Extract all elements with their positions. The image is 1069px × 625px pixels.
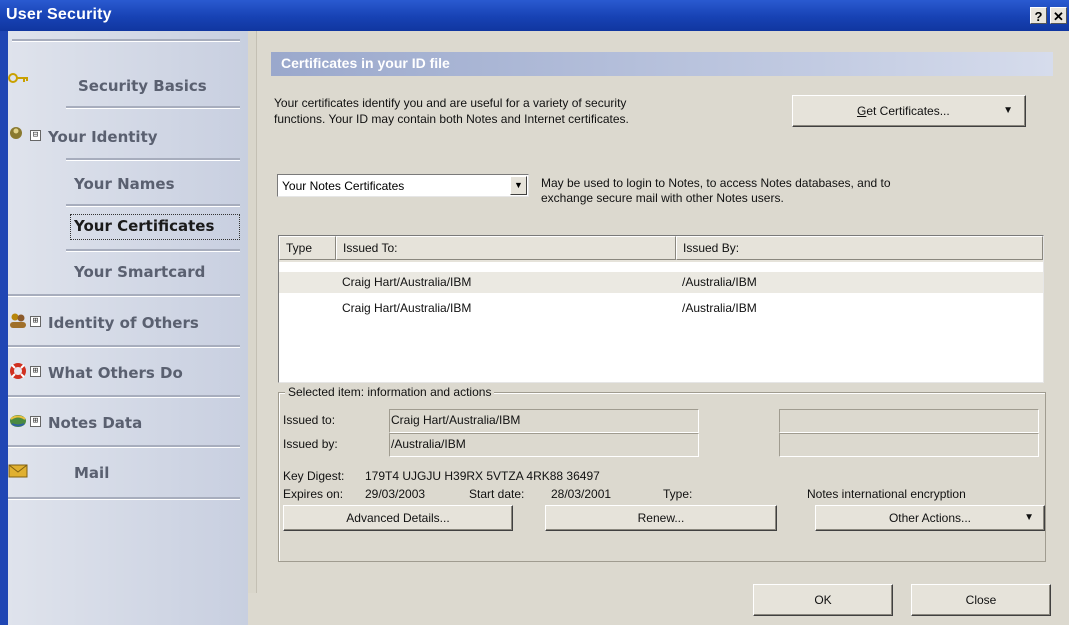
nav-separator xyxy=(8,445,240,448)
window-title: User Security xyxy=(6,6,112,23)
issued-to-label: Issued to: xyxy=(283,413,336,427)
table-row[interactable]: Craig Hart/Australia/IBM /Australia/IBM xyxy=(279,298,1043,319)
lifebuoy-icon xyxy=(8,361,28,379)
title-bar: User Security ? ✕ xyxy=(0,0,1069,31)
key-digest-label: Key Digest: xyxy=(283,469,345,483)
sidebar-item-label: Your Identity xyxy=(48,128,158,146)
sidebar-item-mail[interactable]: Mail xyxy=(8,449,248,493)
table-row[interactable]: Craig Hart/Australia/IBM /Australia/IBM xyxy=(279,272,1043,293)
nav-separator xyxy=(12,39,240,42)
expand-icon[interactable]: ⊞ xyxy=(30,416,41,427)
button-label-rest: et Certificates... xyxy=(866,104,950,118)
sidebar-item-label: Your Names xyxy=(74,175,175,193)
key-digest-value: 179T4 UJGJU H39RX 5VTZA 4RK88 36497 xyxy=(365,469,600,483)
certificate-type-desc2: exchange secure mail with other Notes us… xyxy=(541,191,784,205)
sidebar-item-your-smartcard[interactable]: Your Smartcard xyxy=(8,253,248,297)
nav-separator xyxy=(8,497,240,500)
expand-icon[interactable]: ⊞ xyxy=(30,366,41,377)
close-window-button[interactable]: ✕ xyxy=(1050,7,1067,24)
intro-text-line1: Your certificates identify you and are u… xyxy=(274,96,627,110)
section-header: Certificates in your ID file xyxy=(271,52,1053,76)
close-button[interactable]: Close xyxy=(911,584,1051,616)
issued-by-label: Issued by: xyxy=(283,437,338,451)
certificates-table[interactable]: Type Issued To: Issued By: Craig Hart/Au… xyxy=(278,235,1044,383)
get-certificates-button[interactable]: Get Certificates... ▼ xyxy=(792,95,1026,127)
cell-issued-by: /Australia/IBM xyxy=(682,301,757,315)
selected-item-group: Selected item: information and actions I… xyxy=(278,385,1046,562)
cell-issued-to: Craig Hart/Australia/IBM xyxy=(342,275,472,289)
sidebar-item-your-identity[interactable]: ⊟ Your Identity xyxy=(8,109,248,153)
sidebar-item-identity-of-others[interactable]: ⊞ Identity of Others xyxy=(8,299,248,343)
sidebar-item-your-certificates[interactable]: Your Certificates xyxy=(8,207,248,251)
sidebar-item-security-basics[interactable]: Security Basics xyxy=(8,57,248,101)
column-header-issued-to[interactable]: Issued To: xyxy=(336,236,676,260)
cell-issued-to: Craig Hart/Australia/IBM xyxy=(342,301,472,315)
nav-separator xyxy=(8,294,240,297)
certificate-type-value: Your Notes Certificates xyxy=(282,179,405,193)
sidebar-item-label: What Others Do xyxy=(48,364,183,382)
sidebar-item-notes-data[interactable]: ⊞ Notes Data xyxy=(8,399,248,443)
nav-separator xyxy=(8,395,240,398)
expires-value: 29/03/2003 xyxy=(365,487,426,501)
ok-button[interactable]: OK xyxy=(753,584,893,616)
cell-issued-by: /Australia/IBM xyxy=(682,275,757,289)
group-title: Selected item: information and actions xyxy=(285,385,495,399)
access-key: G xyxy=(857,104,867,118)
table-header: Type Issued To: Issued By: xyxy=(279,236,1043,262)
sidebar: Security Basics ⊟ Your Identity Your Nam… xyxy=(8,31,248,625)
sidebar-item-label: Mail xyxy=(74,464,110,482)
key-icon xyxy=(8,71,28,89)
blank-field xyxy=(779,433,1039,457)
chevron-down-icon[interactable]: ▼ xyxy=(510,176,527,195)
identity-icon xyxy=(8,125,28,143)
main-panel: Certificates in your ID file Your certif… xyxy=(248,31,1069,625)
advanced-details-button[interactable]: Advanced Details... xyxy=(283,505,513,531)
expires-label: Expires on: xyxy=(283,487,344,501)
issued-to-value: Craig Hart/Australia/IBM xyxy=(391,413,521,427)
sidebar-item-your-names[interactable]: Your Names xyxy=(8,161,248,205)
issued-by-value: /Australia/IBM xyxy=(391,437,466,451)
window-frame xyxy=(0,31,8,625)
start-date-value: 28/03/2001 xyxy=(551,487,612,501)
collapse-icon[interactable]: ⊟ xyxy=(30,130,41,141)
database-icon xyxy=(8,412,28,430)
people-icon xyxy=(8,312,28,330)
type-label: Type: xyxy=(663,487,693,501)
blank-field xyxy=(779,409,1039,433)
button-label: Other Actions... xyxy=(888,511,972,525)
other-actions-button[interactable]: Other Actions... ▼ xyxy=(815,505,1045,531)
sidebar-item-what-others-do[interactable]: ⊞ What Others Do xyxy=(8,349,248,393)
type-value: Notes international encryption xyxy=(807,487,966,501)
column-header-issued-by[interactable]: Issued By: xyxy=(676,236,1043,260)
dropdown-arrow-icon: ▼ xyxy=(1003,105,1013,116)
start-date-label: Start date: xyxy=(469,487,525,501)
nav-separator xyxy=(8,345,240,348)
certificate-type-desc1: May be used to login to Notes, to access… xyxy=(541,176,891,190)
certificate-type-select[interactable]: Your Notes Certificates ▼ xyxy=(277,174,529,197)
sidebar-item-label: Notes Data xyxy=(48,414,143,432)
sidebar-item-label: Your Certificates xyxy=(74,217,215,235)
sidebar-item-label: Your Smartcard xyxy=(74,263,206,281)
sidebar-item-label: Security Basics xyxy=(78,77,207,95)
intro-text-line2: functions. Your ID may contain both Note… xyxy=(274,112,629,126)
column-header-type[interactable]: Type xyxy=(279,236,336,260)
expand-icon[interactable]: ⊞ xyxy=(30,316,41,327)
section-title: Certificates in your ID file xyxy=(281,55,450,71)
dropdown-arrow-icon: ▼ xyxy=(1024,512,1034,523)
help-button[interactable]: ? xyxy=(1030,7,1047,24)
sidebar-item-label: Identity of Others xyxy=(48,314,199,332)
nav-separator xyxy=(66,249,240,252)
mail-icon xyxy=(8,462,28,480)
renew-button[interactable]: Renew... xyxy=(545,505,777,531)
